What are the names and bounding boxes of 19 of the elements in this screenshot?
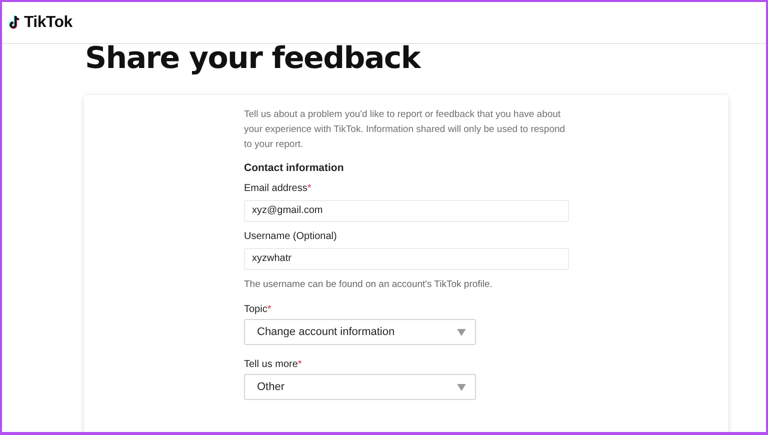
caret-icon — [457, 384, 466, 390]
field-label: Email address — [244, 183, 308, 194]
intro-text: Tell us about a problem you'd like to report or feedback that you have about your experience with TikTok. Information shared will only be used to respond to your report. — [244, 108, 566, 152]
field-label: Username (Optional) — [244, 231, 338, 242]
logo-text[interactable]: TikTok — [24, 14, 72, 32]
input-field[interactable]: xyz@gmail.com — [244, 200, 569, 222]
section-heading: Contact information — [244, 162, 345, 174]
input-field[interactable]: xyzwhatr — [244, 248, 569, 270]
dropdown[interactable]: Other — [244, 374, 476, 400]
required-mark: * — [307, 183, 312, 194]
dropdown[interactable]: Change account information — [244, 319, 476, 345]
logo-icon — [9, 15, 22, 30]
caret-icon — [457, 328, 466, 336]
required-mark: * — [267, 304, 272, 315]
required-mark: * — [298, 359, 302, 370]
field-label: Topic — [244, 304, 268, 315]
field-label: Tell us more — [244, 359, 298, 370]
page-title: Share your feedback — [85, 41, 420, 77]
hint-text: The username can be found on an account's TikTok profile. — [244, 279, 494, 290]
